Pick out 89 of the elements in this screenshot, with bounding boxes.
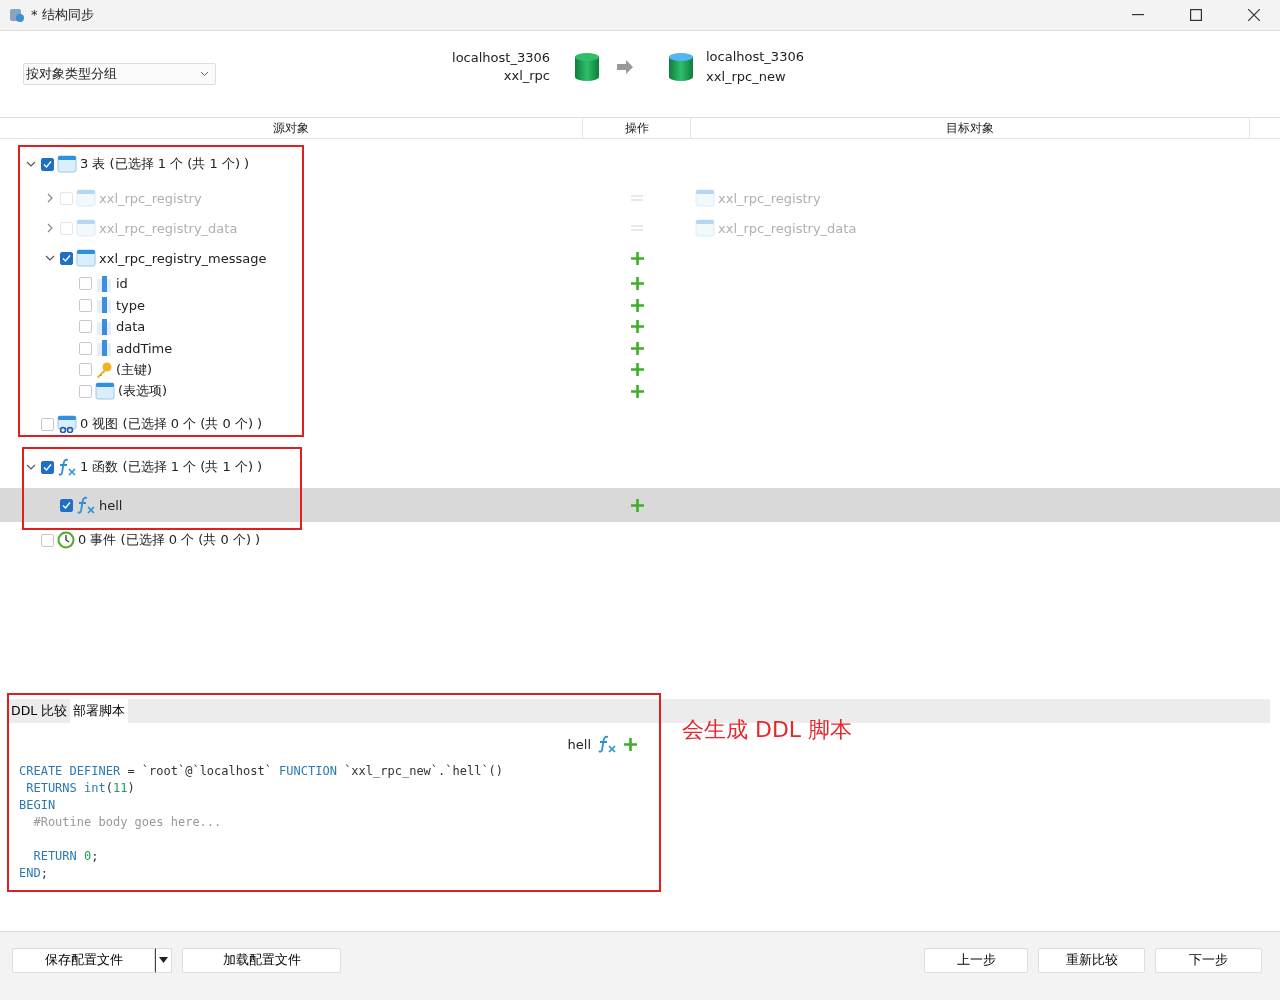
view-icon [57, 415, 77, 433]
checkbox[interactable] [41, 157, 54, 171]
checkbox[interactable] [79, 363, 92, 377]
tree-row[interactable]: type [0, 294, 1280, 316]
caret-icon [159, 957, 168, 963]
footer-button[interactable]: 下一步 [1155, 947, 1262, 973]
object-name: 1 函数 (已选择 1 个 (共 1 个) ) [80, 458, 263, 476]
target-object-name: xxl_rpc_registry [718, 190, 821, 206]
checkbox[interactable] [79, 320, 92, 334]
object-name: xxl_rpc_registry_data [99, 220, 238, 236]
database-icon [574, 51, 600, 82]
checkbox[interactable] [79, 298, 92, 312]
tree-row[interactable]: (主键) [0, 359, 1280, 381]
table-icon [695, 189, 715, 207]
object-name: 0 视图 (已选择 0 个 (共 0 个) ) [80, 415, 263, 433]
minimize-icon[interactable] [1132, 14, 1144, 16]
tree-row[interactable]: data [0, 316, 1280, 338]
window-title: * 结构同步 [31, 6, 95, 24]
checkbox[interactable] [79, 384, 92, 398]
footer-button[interactable]: 上一步 [924, 947, 1028, 973]
source-server: localhost_3306 [452, 50, 550, 65]
tree-row[interactable]: 3 表 (已选择 1 个 (共 1 个) ) [0, 145, 1280, 183]
chevron-down-icon[interactable] [24, 159, 38, 169]
checkbox[interactable] [60, 498, 73, 512]
tree-row[interactable]: 1 函数 (已选择 1 个 (共 1 个) ) [0, 446, 1280, 488]
source-database: xxl_rpc [503, 68, 550, 83]
checkbox[interactable] [41, 533, 54, 547]
table-icon [76, 249, 96, 267]
object-name: id [116, 276, 128, 292]
table-icon [95, 382, 115, 401]
function-icon [57, 458, 77, 476]
app-icon [9, 7, 25, 23]
caret-icon [200, 71, 209, 77]
tree-row[interactable]: 0 事件 (已选择 0 个 (共 0 个) ) [0, 522, 1280, 558]
column-icon [95, 296, 113, 315]
clock-icon [57, 531, 75, 549]
object-name: 0 事件 (已选择 0 个 (共 0 个) ) [78, 531, 261, 549]
object-name: xxl_rpc_registry [99, 190, 202, 206]
table-icon [76, 219, 96, 237]
selected-tree-row[interactable]: hell [0, 488, 1280, 522]
column-icon [95, 317, 113, 336]
object-name: (主键) [116, 360, 153, 379]
object-name: (表选项) [118, 382, 168, 401]
target-database: xxl_rpc_new [706, 69, 787, 84]
maximize-icon[interactable] [1190, 9, 1202, 21]
column-header: 源对象 [0, 118, 583, 138]
checkbox[interactable] [60, 251, 73, 265]
table-icon [695, 219, 715, 237]
tree-row[interactable]: xxl_rpc_registry_message [0, 243, 1280, 273]
tree-row[interactable]: 0 视图 (已选择 0 个 (共 0 个) ) [0, 402, 1280, 446]
target-object-name: xxl_rpc_registry_data [718, 220, 857, 236]
group-by-dropdown[interactable]: 按对象类型分组 [23, 63, 216, 85]
panel-tab[interactable]: DDL 比较 [8, 699, 71, 723]
object-name: type [116, 297, 146, 313]
tree-row[interactable]: id [0, 273, 1280, 295]
table-icon [57, 155, 77, 173]
checkbox[interactable] [41, 460, 54, 474]
checkbox[interactable] [79, 277, 92, 291]
checkbox[interactable] [41, 417, 54, 431]
object-name: addTime [116, 340, 173, 356]
close-icon[interactable] [1248, 9, 1260, 21]
footer-button[interactable]: 重新比较 [1038, 947, 1145, 973]
panel-tab[interactable]: 部署脚本 [70, 699, 129, 723]
column-icon [95, 339, 113, 358]
column-header: 目标对象 [691, 118, 1250, 138]
arrow-icon [616, 59, 634, 74]
tree-row[interactable]: (表选项) [0, 380, 1280, 402]
checkbox[interactable] [79, 341, 92, 355]
function-icon [76, 496, 96, 514]
save-config-button[interactable]: 保存配置文件 [12, 947, 155, 973]
object-name: hell [99, 497, 123, 513]
target-server: localhost_3306 [706, 49, 804, 64]
key-icon [95, 360, 113, 379]
chevron-down-icon[interactable] [43, 253, 57, 263]
load-config-button[interactable]: 加载配置文件 [182, 947, 341, 973]
database-icon [668, 51, 694, 82]
annotation-note: 会生成 DDL 脚本 [682, 716, 853, 744]
code-editor[interactable]: CREATE DEFINER = `root`@`localhost` FUNCTION `xxl_rpc_new`.`hell`() RETURNS int(11) BEGIN #Routine body goes here... RETURN 0; END; [19, 763, 1280, 882]
table-icon [76, 189, 96, 207]
column-icon [95, 274, 113, 293]
object-name: 3 表 (已选择 1 个 (共 1 个) ) [80, 155, 250, 173]
function-icon [597, 735, 617, 753]
column-header: 操作 [583, 118, 691, 138]
dropdown-button[interactable] [155, 947, 172, 973]
tree-row[interactable]: addTime [0, 337, 1280, 359]
object-name: hell [567, 736, 591, 752]
object-name: data [116, 319, 146, 335]
chevron-down-icon[interactable] [24, 462, 38, 472]
object-name: xxl_rpc_registry_message [99, 250, 267, 266]
